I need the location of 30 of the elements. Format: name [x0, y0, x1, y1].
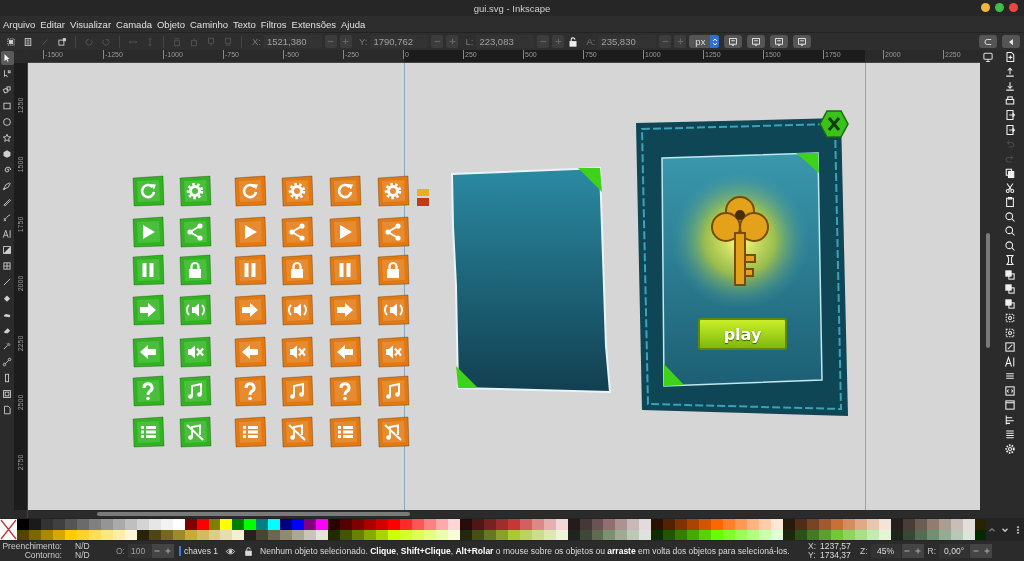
- cursor-x-label: X:: [808, 542, 818, 551]
- field-label: Y:: [359, 36, 368, 47]
- cursor-x-value: 1237,57: [820, 542, 852, 551]
- cursor-y-value: 1734,37: [820, 551, 852, 560]
- opacity-label: O:: [116, 546, 125, 556]
- fill-value[interactable]: N/D: [62, 542, 92, 551]
- rotation-label: R:: [927, 546, 937, 556]
- unit-dropdown[interactable]: px: [689, 35, 720, 48]
- status-message: Nenhum objeto selecionado. Clique, Shift+Clique, Alt+Rolar o mouse sobre os objetos ou arraste em volta dos objetos para selecioná-los.: [260, 546, 791, 556]
- menu-item[interactable]: Editar: [40, 18, 66, 30]
- zoom-label: Z:: [860, 546, 868, 556]
- stroke-value[interactable]: N/D: [62, 551, 92, 560]
- menu-item[interactable]: Objeto: [157, 18, 185, 30]
- field-label: L:: [465, 36, 474, 47]
- fill-label: Preenchimento:: [1, 542, 62, 551]
- menu-item[interactable]: Visualizar: [70, 18, 112, 30]
- menu-item[interactable]: Extensões: [291, 18, 336, 30]
- field-label: X:: [252, 36, 261, 47]
- cursor-y-label: Y:: [808, 551, 817, 560]
- menu-item[interactable]: Camada: [116, 18, 152, 30]
- menu-item[interactable]: Ajuda: [341, 18, 366, 30]
- menu-item[interactable]: Caminho: [190, 18, 228, 30]
- menu-item[interactable]: Filtros: [260, 18, 287, 30]
- menu-item[interactable]: Arquivo: [3, 18, 36, 30]
- zoom-field[interactable]: 45%: [870, 544, 901, 558]
- window-title: gui.svg - Inkscape: [473, 2, 551, 14]
- menu-item[interactable]: Texto: [233, 18, 256, 30]
- rotation-field[interactable]: 0,00°: [939, 544, 970, 558]
- layer-indicator[interactable]: chaves 1: [179, 546, 218, 556]
- stroke-label: Contorno:: [23, 551, 62, 560]
